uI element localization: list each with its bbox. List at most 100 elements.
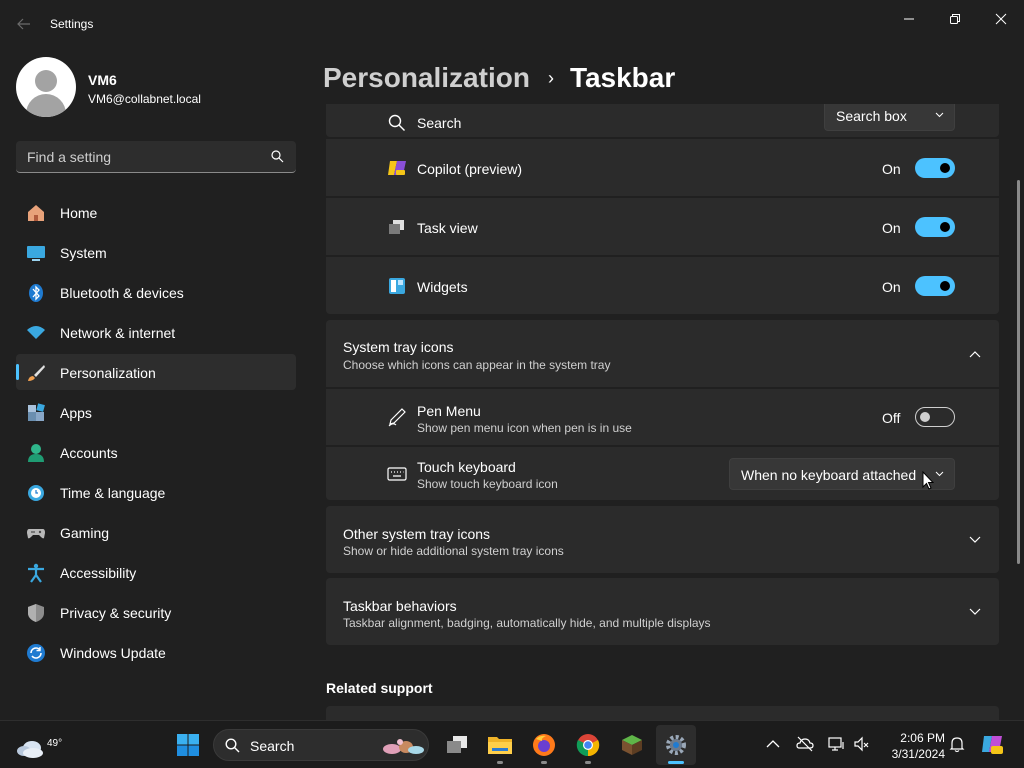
weather-widget[interactable]: 49° — [16, 730, 62, 760]
app-title: Settings — [50, 17, 94, 31]
volume-muted-icon[interactable] — [853, 735, 871, 753]
taskbar-search-box[interactable]: Search — [213, 729, 429, 761]
system-tray-title: System tray icons — [343, 339, 454, 355]
widgets-row: Widgets On — [326, 257, 999, 314]
bell-icon[interactable] — [948, 735, 966, 753]
sidebar-item-label: Home — [60, 205, 98, 221]
taskbar-behaviors-expander[interactable]: Taskbar behaviors Taskbar alignment, bad… — [326, 578, 999, 645]
taskbar-behaviors-subtitle: Taskbar alignment, badging, automaticall… — [343, 616, 711, 630]
sidebar-item-label: Windows Update — [60, 645, 166, 661]
minecraft-taskbar-button[interactable] — [612, 725, 652, 765]
sidebar-item-apps[interactable]: Apps — [16, 394, 296, 430]
firefox-taskbar-button[interactable] — [524, 725, 564, 765]
maximize-button[interactable] — [932, 4, 978, 34]
pen-icon — [388, 408, 406, 427]
sidebar-item-label: Privacy & security — [60, 605, 172, 621]
taskbar-search-label: Search — [250, 738, 295, 754]
windows-logo-icon — [177, 734, 199, 756]
settings-taskbar-button[interactable] — [656, 725, 696, 765]
sidebar-item-privacy-security[interactable]: Privacy & security — [16, 594, 296, 630]
sidebar-item-bluetooth[interactable]: Bluetooth & devices — [16, 274, 296, 310]
onedrive-offline-icon[interactable] — [796, 735, 814, 753]
taskbar-behaviors-title: Taskbar behaviors — [343, 598, 457, 614]
touch-keyboard-subtitle: Show touch keyboard icon — [417, 477, 558, 491]
close-button[interactable] — [978, 4, 1024, 34]
chrome-taskbar-button[interactable] — [568, 725, 608, 765]
file-explorer-taskbar-button[interactable] — [480, 725, 520, 765]
sidebar-item-gaming[interactable]: Gaming — [16, 514, 296, 550]
user-email: VM6@collabnet.local — [88, 92, 201, 106]
chevron-down-icon — [935, 112, 944, 118]
other-tray-subtitle: Show or hide additional system tray icon… — [343, 544, 564, 558]
breadcrumb-parent-link[interactable]: Personalization — [323, 62, 530, 94]
grass-block-icon — [622, 735, 642, 755]
widgets-toggle[interactable] — [915, 276, 955, 296]
weather-temperature: 49° — [47, 738, 63, 749]
restore-icon — [950, 14, 960, 24]
home-icon — [28, 205, 44, 221]
other-system-tray-icons-expander[interactable]: Other system tray icons Show or hide add… — [326, 506, 999, 573]
globe-clock-icon — [28, 485, 44, 501]
bluetooth-icon — [29, 284, 43, 302]
sidebar-item-windows-update[interactable]: Windows Update — [16, 634, 296, 670]
copilot-icon[interactable] — [980, 732, 1004, 756]
sidebar-item-network[interactable]: Network & internet — [16, 314, 296, 350]
folder-icon — [488, 737, 512, 754]
minimize-button[interactable] — [886, 4, 932, 34]
task-view-label: Task view — [417, 220, 478, 236]
widgets-state: On — [882, 279, 901, 295]
back-arrow-icon — [17, 18, 30, 30]
cloud-icon — [17, 741, 43, 758]
title-bar: Settings — [0, 0, 1024, 48]
touch-keyboard-label: Touch keyboard — [417, 459, 516, 475]
keyboard-icon — [387, 467, 407, 481]
close-icon — [995, 13, 1007, 25]
sidebar-item-label: Bluetooth & devices — [60, 285, 184, 301]
search-mode-dropdown[interactable]: Search box — [824, 104, 955, 131]
clock-time: 2:06 PM — [900, 731, 945, 745]
running-indicator — [497, 761, 503, 764]
find-setting-search-input[interactable]: Find a setting — [16, 141, 296, 173]
chevron-up-icon[interactable] — [764, 735, 782, 753]
search-icon — [388, 114, 405, 131]
copilot-row: Copilot (preview) On — [326, 139, 999, 196]
chevron-down-icon — [969, 536, 981, 543]
task-view-row: Task view On — [326, 198, 999, 255]
back-button[interactable] — [12, 12, 36, 36]
pen-menu-toggle[interactable] — [915, 407, 955, 427]
windows-taskbar: 49° Search 2:06 PM 3/31/2024 — [0, 720, 1024, 768]
task-view-icon — [389, 220, 404, 234]
sidebar-item-home[interactable]: Home — [16, 194, 296, 230]
sidebar-item-personalization[interactable]: Personalization — [16, 354, 296, 390]
sidebar-item-accounts[interactable]: Accounts — [16, 434, 296, 470]
minimize-icon — [904, 18, 914, 20]
accessibility-icon — [28, 563, 44, 583]
sidebar-item-label: System — [60, 245, 107, 261]
task-view-state: On — [882, 220, 901, 236]
active-indicator — [668, 761, 684, 764]
account-icon — [28, 444, 44, 462]
sidebar-item-accessibility[interactable]: Accessibility — [16, 554, 296, 590]
related-support-card[interactable] — [326, 706, 999, 720]
pen-menu-label: Pen Menu — [417, 403, 481, 419]
search-placeholder: Find a setting — [27, 149, 112, 165]
pen-menu-state: Off — [882, 410, 901, 426]
sidebar-item-time-language[interactable]: Time & language — [16, 474, 296, 510]
wifi-icon — [27, 326, 45, 339]
task-view-taskbar-button[interactable] — [437, 725, 477, 765]
user-name: VM6 — [88, 72, 117, 88]
network-icon[interactable] — [827, 735, 845, 753]
mouse-cursor-icon — [922, 471, 934, 490]
system-tray-icons-expander[interactable]: System tray icons Choose which icons can… — [326, 320, 999, 387]
chevron-up-icon — [969, 351, 981, 358]
brush-icon — [28, 365, 45, 381]
breadcrumb-separator: › — [547, 67, 554, 88]
start-button[interactable] — [168, 725, 208, 765]
copilot-toggle[interactable] — [915, 158, 955, 178]
content-scrollbar[interactable] — [1017, 180, 1020, 564]
sidebar-item-system[interactable]: System — [16, 234, 296, 270]
gamepad-icon — [27, 529, 45, 539]
taskbar-clock[interactable]: 2:06 PM 3/31/2024 — [881, 730, 945, 762]
task-view-toggle[interactable] — [915, 217, 955, 237]
taskbar-search-row: Search Search box — [326, 104, 999, 137]
